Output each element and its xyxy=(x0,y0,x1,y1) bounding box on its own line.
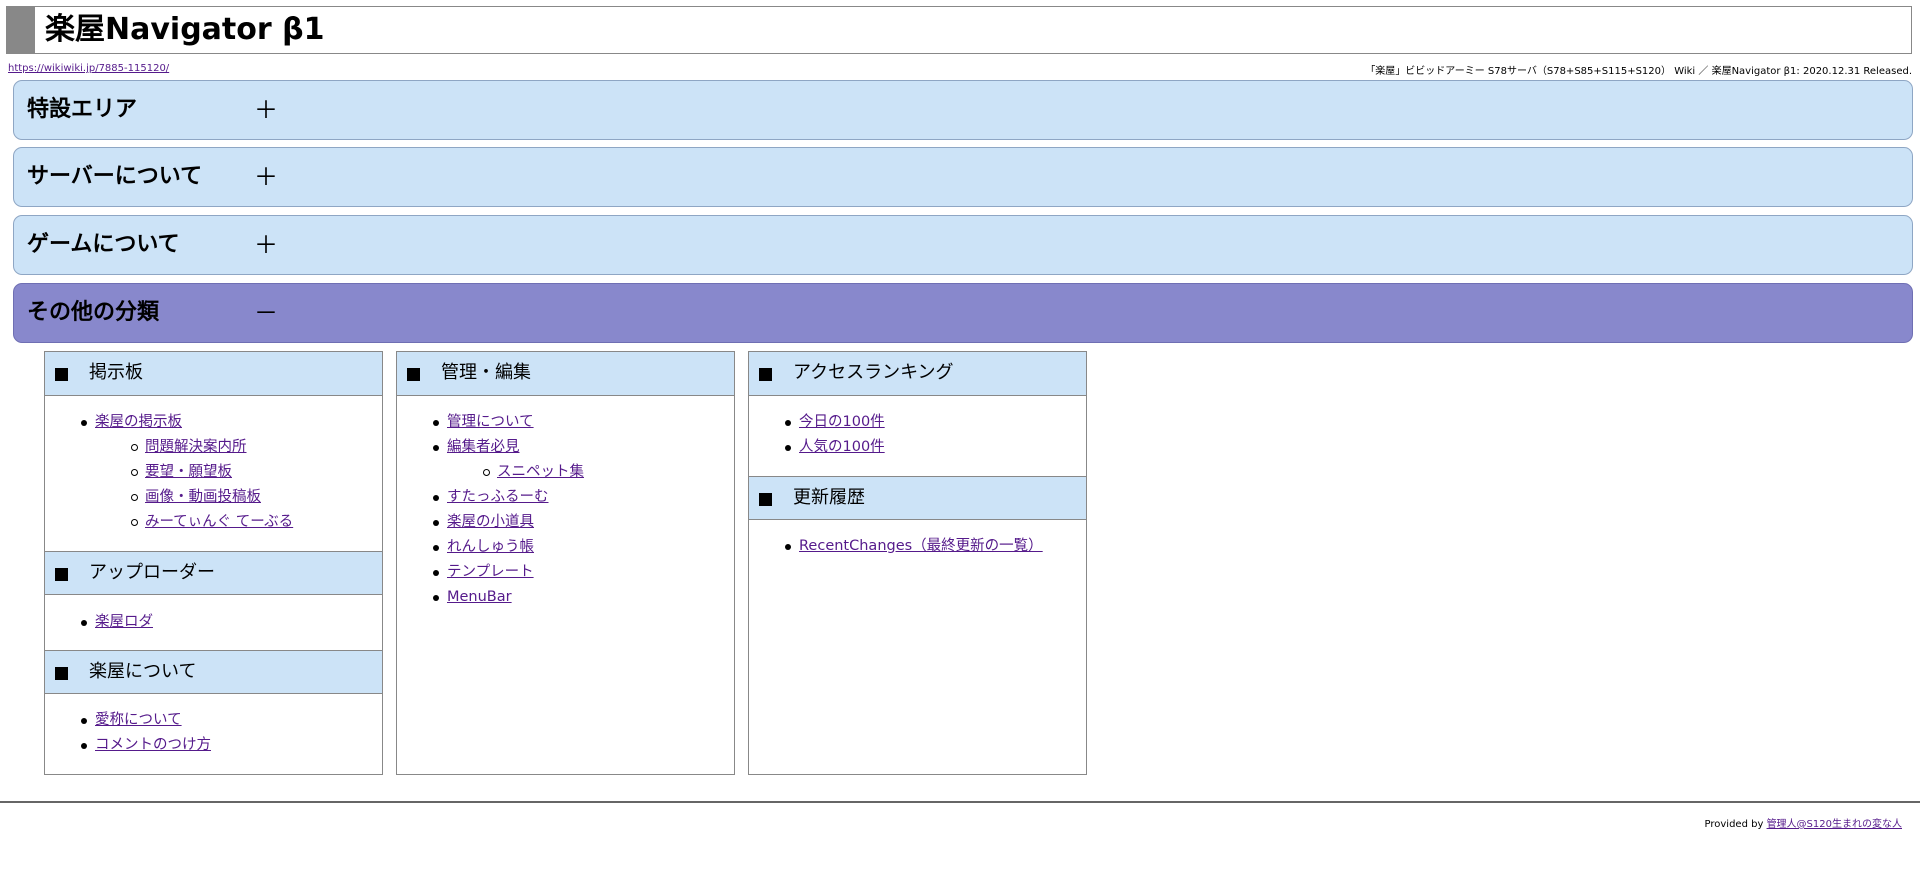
section-body-update-history: RecentChanges（最終更新の一覧） xyxy=(749,520,1086,559)
link-list: 楽屋の掲示板 問題解決案内所 要望・願望板 画像・動画投稿板 みーてぃんぐ てー… xyxy=(45,396,382,535)
square-bullet-icon xyxy=(759,493,772,506)
footer-divider xyxy=(0,801,1920,803)
section-header-access-ranking: アクセスランキング xyxy=(749,352,1086,396)
list-item: 人気の100件 xyxy=(749,435,1086,460)
accordion-label: サーバーについて xyxy=(27,164,203,189)
list-item: 問題解決案内所 xyxy=(45,435,382,460)
wiki-url-link[interactable]: https://wikiwiki.jp/7885-115120/ xyxy=(8,63,169,74)
list-item: 楽屋の小道具 xyxy=(397,510,734,535)
accordion-label: ゲームについて xyxy=(27,232,180,257)
link-editor-must-read[interactable]: 編集者必見 xyxy=(447,439,520,455)
footer-prefix: Provided by xyxy=(1704,819,1764,830)
link-list: 管理について 編集者必見 スニペット集 すたっふるーむ 楽屋の小道具 れんしゅう… xyxy=(397,396,734,610)
category-column-2: 管理・編集 管理について 編集者必見 スニペット集 すたっふるーむ 楽屋の小道具… xyxy=(396,351,735,775)
section-body-about-rakuya: 愛称について コメントのつけ方 xyxy=(45,694,382,758)
section-title: 更新履歴 xyxy=(793,487,865,508)
expand-icon[interactable]: ＋ xyxy=(254,230,278,260)
link-media-board[interactable]: 画像・動画投稿板 xyxy=(145,489,261,505)
list-item: すたっふるーむ xyxy=(397,485,734,510)
section-title: 管理・編集 xyxy=(441,362,531,383)
link-menubar[interactable]: MenuBar xyxy=(447,589,512,605)
accordion-about-server[interactable]: サーバーについて ＋ xyxy=(13,147,1913,207)
section-title: アクセスランキング xyxy=(793,362,954,383)
section-body-access-ranking: 今日の100件 人気の100件 xyxy=(749,396,1086,476)
square-bullet-icon xyxy=(55,667,68,680)
section-header-uploader: アップローダー xyxy=(45,551,382,595)
section-header-bbs: 掲示板 xyxy=(45,352,382,396)
footer-admin-link[interactable]: 管理人@S120生まれの変な人 xyxy=(1767,819,1902,830)
section-title: 楽屋について xyxy=(89,661,197,682)
list-item: 愛称について xyxy=(45,708,382,733)
link-recent-changes[interactable]: RecentChanges（最終更新の一覧） xyxy=(799,538,1043,554)
list-item: コメントのつけ方 xyxy=(45,733,382,758)
link-list: RecentChanges（最終更新の一覧） xyxy=(749,520,1086,559)
accordion-special-area[interactable]: 特設エリア ＋ xyxy=(13,80,1913,140)
link-requests[interactable]: 要望・願望板 xyxy=(145,464,232,480)
collapse-icon[interactable]: － xyxy=(254,298,278,328)
list-item: 要望・願望板 xyxy=(45,460,382,485)
list-item: みーてぃんぐ てーぶる xyxy=(45,510,382,535)
accordion-label: その他の分類 xyxy=(27,300,160,325)
link-list: 楽屋ロダ xyxy=(45,595,382,635)
list-item: テンプレート xyxy=(397,560,734,585)
section-header-admin: 管理・編集 xyxy=(397,352,734,396)
title-accent-block xyxy=(7,7,35,53)
accordion-about-game[interactable]: ゲームについて ＋ xyxy=(13,215,1913,275)
link-rakuya-bbs[interactable]: 楽屋の掲示板 xyxy=(95,414,182,430)
square-bullet-icon xyxy=(55,568,68,581)
link-today-100[interactable]: 今日の100件 xyxy=(799,414,885,430)
list-item: れんしゅう帳 xyxy=(397,535,734,560)
list-item: スニペット集 xyxy=(397,460,734,485)
link-templates[interactable]: テンプレート xyxy=(447,564,534,580)
link-how-to-comment[interactable]: コメントのつけ方 xyxy=(95,737,211,753)
link-practice[interactable]: れんしゅう帳 xyxy=(447,539,534,555)
section-body-admin: 管理について 編集者必見 スニペット集 すたっふるーむ 楽屋の小道具 れんしゅう… xyxy=(397,396,734,610)
page-title: 楽屋Navigator β1 xyxy=(45,12,325,47)
section-header-about-rakuya: 楽屋について xyxy=(45,650,382,694)
square-bullet-icon xyxy=(407,368,420,381)
link-nickname[interactable]: 愛称について xyxy=(95,712,182,728)
link-snippets[interactable]: スニペット集 xyxy=(497,464,584,480)
link-rakuya-loda[interactable]: 楽屋ロダ xyxy=(95,614,153,630)
link-problem-solving[interactable]: 問題解決案内所 xyxy=(145,439,247,455)
list-item: 管理について xyxy=(397,410,734,435)
link-meeting-table[interactable]: みーてぃんぐ てーぶる xyxy=(145,514,293,530)
list-item: 楽屋ロダ xyxy=(45,610,382,635)
title-bar: 楽屋Navigator β1 xyxy=(6,6,1912,54)
link-about-admin[interactable]: 管理について xyxy=(447,414,534,430)
square-bullet-icon xyxy=(55,368,68,381)
link-staff-room[interactable]: すたっふるーむ xyxy=(447,489,549,505)
list-item: RecentChanges（最終更新の一覧） xyxy=(749,534,1086,559)
list-item: 画像・動画投稿板 xyxy=(45,485,382,510)
link-tools[interactable]: 楽屋の小道具 xyxy=(447,514,534,530)
list-item: 編集者必見 xyxy=(397,435,734,460)
list-item: 今日の100件 xyxy=(749,410,1086,435)
section-body-bbs: 楽屋の掲示板 問題解決案内所 要望・願望板 画像・動画投稿板 みーてぃんぐ てー… xyxy=(45,396,382,551)
accordion-other-categories[interactable]: その他の分類 － xyxy=(13,283,1913,343)
list-item: MenuBar xyxy=(397,585,734,610)
release-info: 「楽屋」ビビッドアーミー S78サーバ（S78+S85+S115+S120） W… xyxy=(1365,66,1912,77)
link-list: 今日の100件 人気の100件 xyxy=(749,396,1086,460)
category-column-3: アクセスランキング 今日の100件 人気の100件 更新履歴 RecentCha… xyxy=(748,351,1087,775)
list-item: 楽屋の掲示板 xyxy=(45,410,382,435)
footer-credit: Provided by 管理人@S120生まれの変な人 xyxy=(1705,815,1902,830)
section-header-update-history: 更新履歴 xyxy=(749,476,1086,520)
category-column-1: 掲示板 楽屋の掲示板 問題解決案内所 要望・願望板 画像・動画投稿板 みーてぃん… xyxy=(44,351,383,775)
accordion-label: 特設エリア xyxy=(27,97,138,122)
section-title: 掲示板 xyxy=(89,362,143,383)
section-body-uploader: 楽屋ロダ xyxy=(45,595,382,650)
section-title: アップローダー xyxy=(89,562,215,583)
expand-icon[interactable]: ＋ xyxy=(254,162,278,192)
expand-icon[interactable]: ＋ xyxy=(254,95,278,125)
link-list: 愛称について コメントのつけ方 xyxy=(45,694,382,758)
link-popular-100[interactable]: 人気の100件 xyxy=(799,439,885,455)
square-bullet-icon xyxy=(759,368,772,381)
